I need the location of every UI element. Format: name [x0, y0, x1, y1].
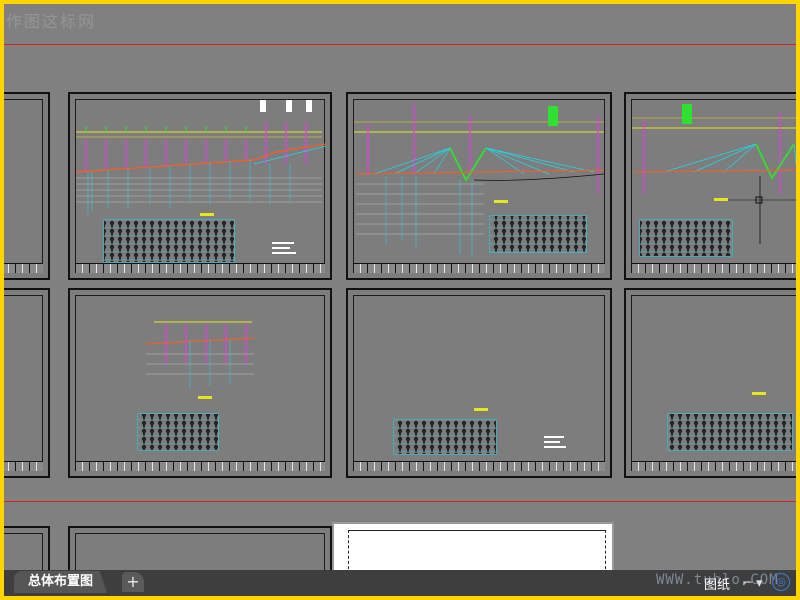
chevron-down-icon[interactable]: ▾	[756, 576, 763, 591]
zoom-icon[interactable]: ◎	[772, 573, 790, 591]
drawing-canvas[interactable]: 作图这标网	[4, 4, 796, 570]
drawing-r1c1	[75, 100, 327, 263]
cad-drawing-content	[75, 100, 796, 455]
drawing-r2c3	[667, 392, 793, 451]
layout-tab-general-arrangement[interactable]: 总体布置图	[14, 571, 108, 593]
layout-tab-bar: 总体布置图 + WWW.tuhlo.COM 图纸 ⌐ ▾ ◎	[4, 570, 796, 596]
drawing-r1c2	[354, 104, 605, 258]
snap-icon[interactable]: ⌐	[742, 576, 753, 591]
plus-icon: +	[126, 572, 140, 591]
paper-space-label[interactable]: 图纸	[704, 574, 730, 593]
drawing-r1c3	[632, 104, 796, 257]
add-layout-tab-button[interactable]: +	[122, 572, 144, 592]
drawing-r2c1	[137, 321, 255, 451]
drawing-r2c2	[393, 408, 566, 455]
